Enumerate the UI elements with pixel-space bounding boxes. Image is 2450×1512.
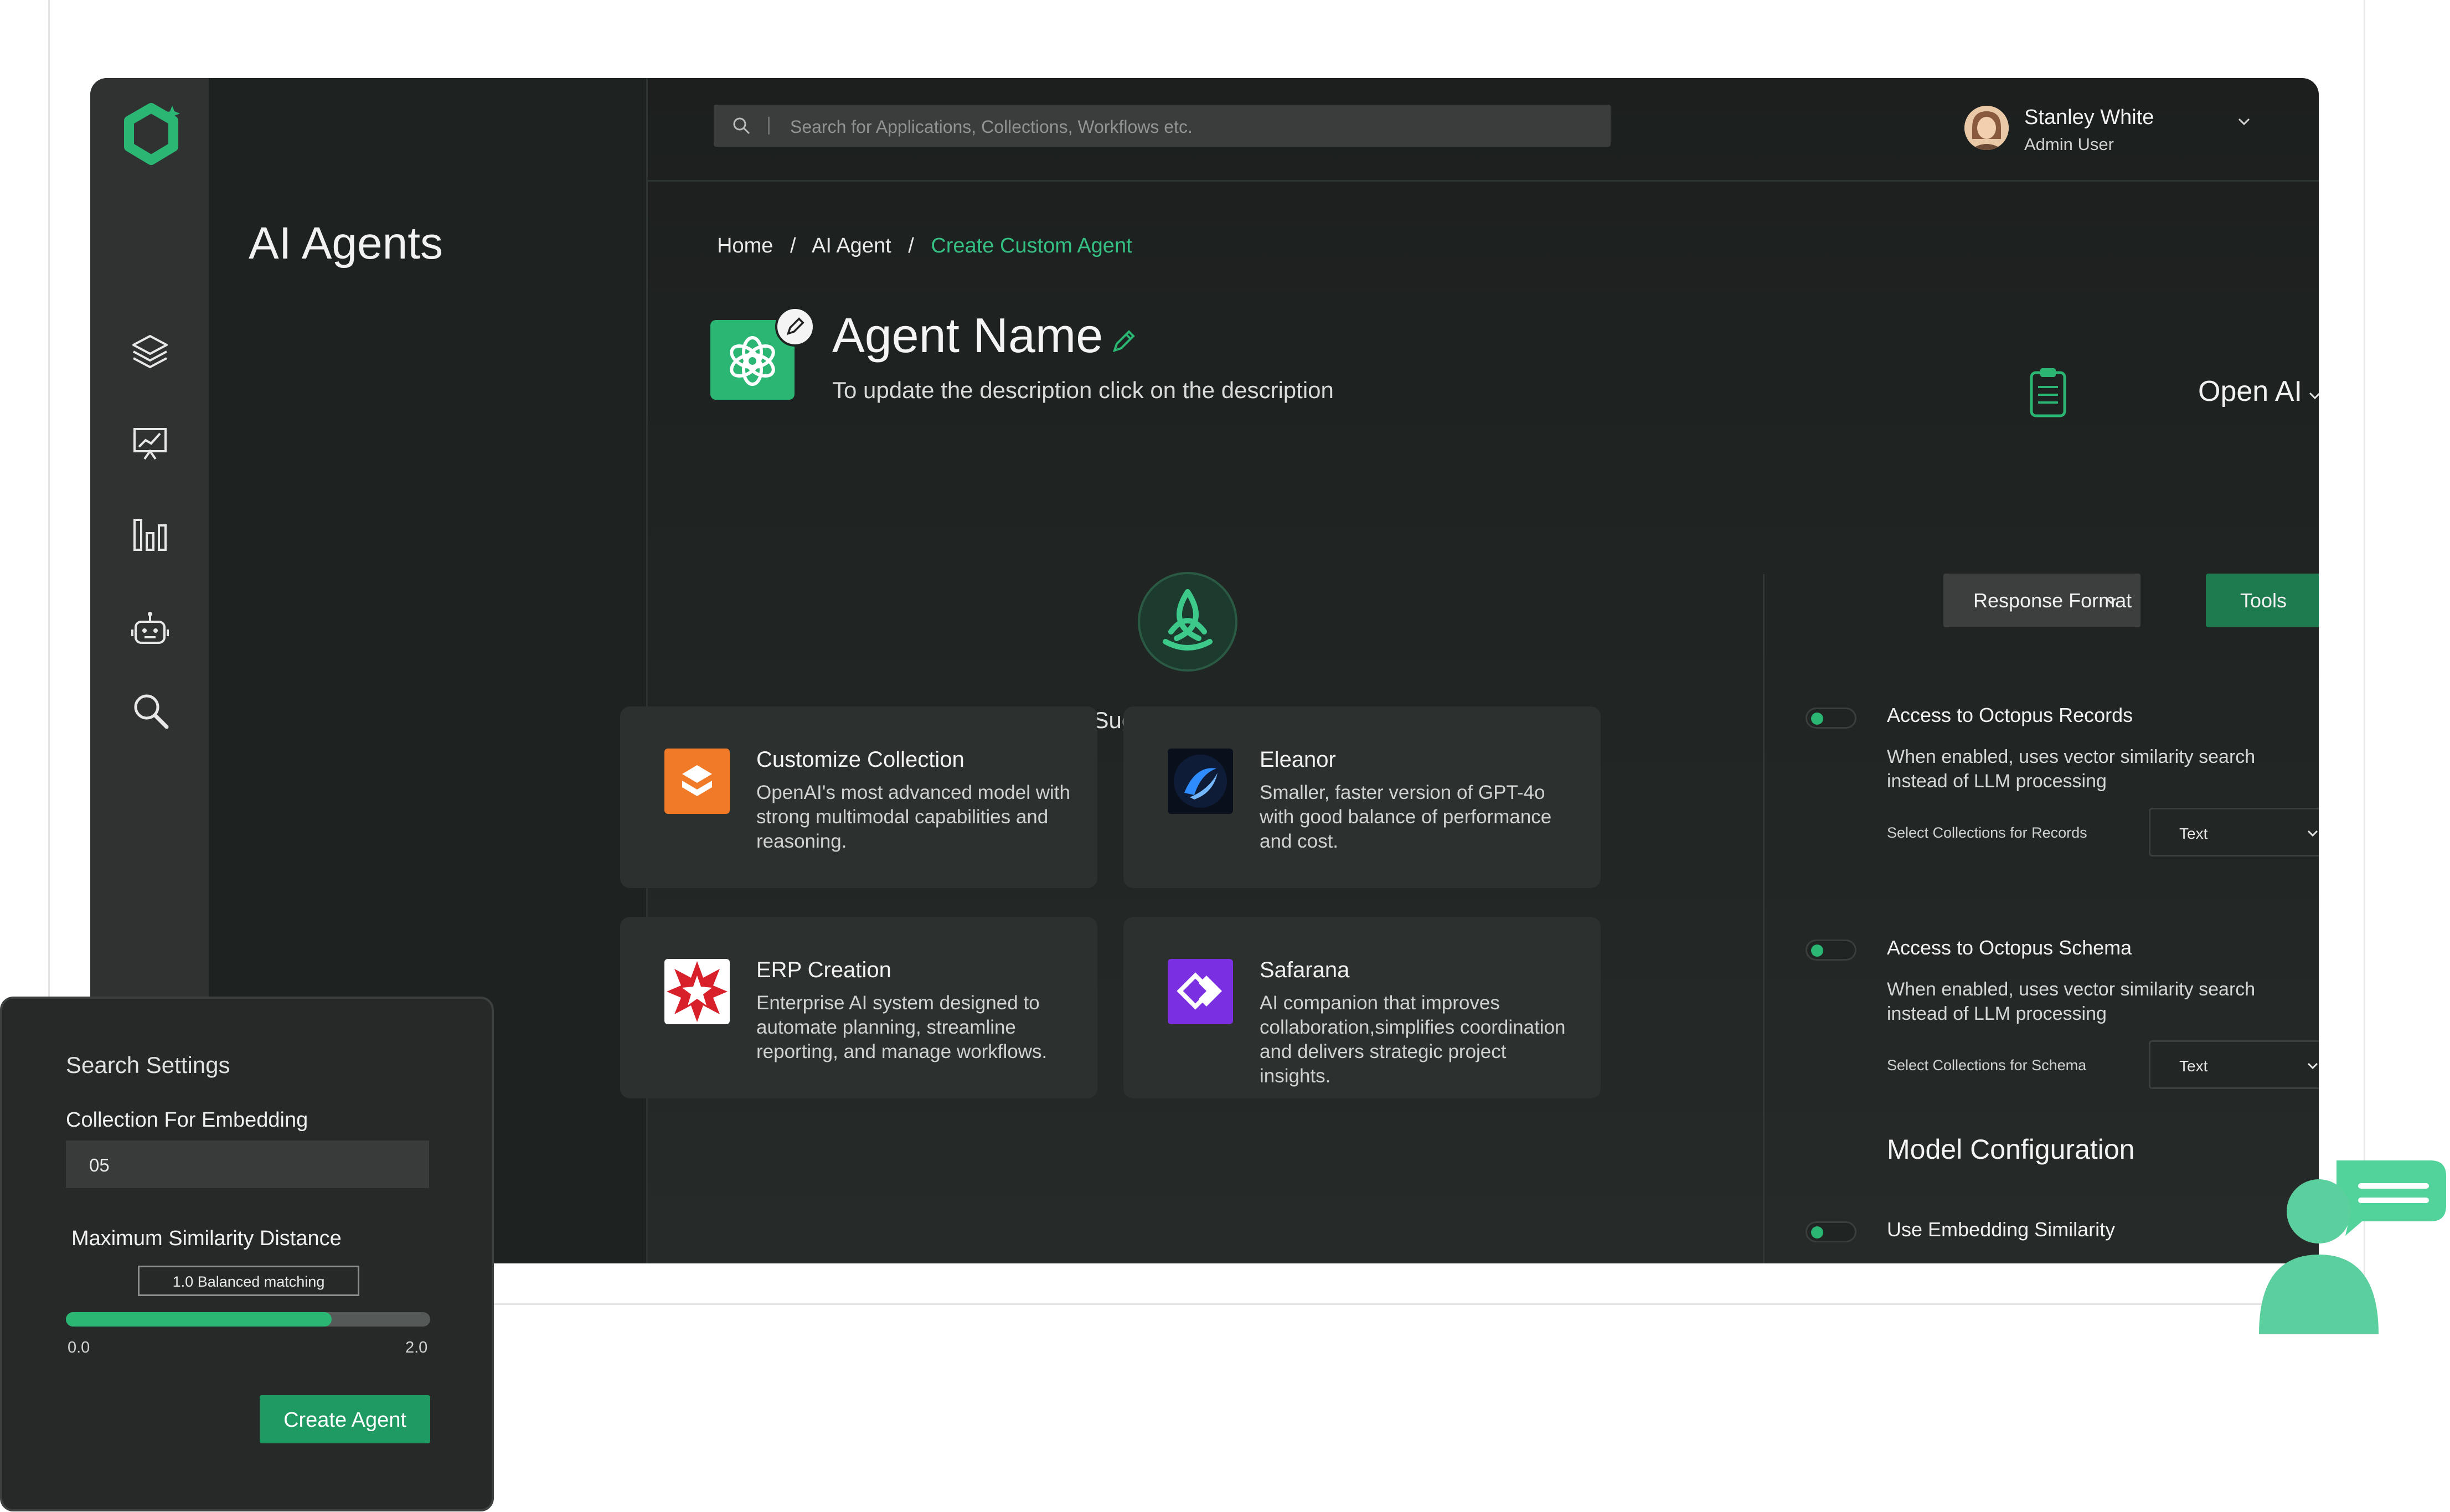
purple-diamond-icon — [1168, 959, 1233, 1024]
toggle-knob — [1811, 713, 1823, 725]
slider-fill — [66, 1312, 332, 1327]
toggle-knob — [1811, 945, 1823, 957]
top-bar: Search for Applications, Collections, Wo… — [647, 78, 2319, 182]
suggested-agents-logo-icon — [1138, 572, 1237, 672]
chevron-down-icon[interactable] — [2236, 113, 2252, 130]
breadcrumb-current: Create Custom Agent — [931, 234, 1132, 257]
blue-swirl-icon — [1168, 749, 1233, 814]
chevron-down-icon[interactable] — [2307, 388, 2319, 404]
agent-card[interactable]: Eleanor Smaller, faster version of GPT-4… — [1123, 706, 1601, 888]
model-provider-dropdown[interactable]: Open AI — [2198, 375, 2302, 408]
breadcrumb-ai-agent[interactable]: AI Agent — [812, 234, 891, 257]
search-icon[interactable] — [129, 689, 171, 731]
embedding-option-description: When enabled, uses vector similarity sea… — [1887, 1259, 2297, 1263]
user-name: Stanley White — [2024, 106, 2154, 129]
select-value: Text — [2179, 1057, 2208, 1075]
card-description: AI companion that improves collaboration… — [1260, 992, 1566, 1087]
agent-card[interactable]: ERP Creation Enterprise AI system design… — [620, 917, 1097, 1098]
panel-divider — [1763, 574, 1765, 1263]
orange-box-icon — [664, 749, 730, 814]
page-heading: AI Agents — [249, 218, 443, 269]
response-format-dropdown[interactable]: Response Format — [1943, 574, 2140, 627]
similarity-slider[interactable] — [66, 1312, 430, 1327]
card-title: Safarana — [1260, 958, 1350, 982]
create-agent-button[interactable]: Create Agent — [260, 1395, 430, 1443]
presentation-chart-icon[interactable] — [129, 422, 171, 465]
chevron-down-icon — [2307, 1062, 2318, 1070]
search-icon — [733, 117, 750, 135]
card-description: Smaller, faster version of GPT-4o with g… — [1260, 782, 1552, 852]
distance-label: Maximum Similarity Distance — [71, 1227, 342, 1250]
search-separator — [768, 117, 770, 135]
create-agent-label: Create Agent — [283, 1408, 406, 1432]
clipboard-icon[interactable] — [2028, 366, 2068, 418]
slider-max-label: 2.0 — [405, 1339, 428, 1356]
breadcrumb-separator: / — [908, 234, 914, 257]
schema-toggle[interactable] — [1806, 940, 1856, 961]
records-option-description: When enabled, uses vector similarity sea… — [1887, 746, 2256, 792]
tools-button[interactable]: Tools — [2206, 574, 2319, 627]
embedding-option-title: Use Embedding Similarity — [1887, 1218, 2116, 1241]
layers-icon[interactable] — [129, 331, 171, 373]
chevron-down-icon — [2307, 830, 2318, 837]
collection-label: Collection For Embedding — [66, 1108, 308, 1132]
openai-logo-icon — [730, 336, 775, 386]
records-collection-select[interactable]: Text — [2149, 808, 2319, 856]
chevron-down-icon — [2106, 597, 2117, 605]
records-select-label: Select Collections for Records — [1887, 824, 2087, 841]
global-search-input[interactable]: Search for Applications, Collections, Wo… — [714, 105, 1611, 147]
search-settings-panel: Search Settings Collection For Embedding… — [0, 997, 494, 1511]
embedding-toggle[interactable] — [1806, 1221, 1856, 1242]
red-star-icon — [664, 959, 730, 1024]
edit-avatar-icon[interactable] — [775, 307, 815, 347]
model-configuration-heading: Model Configuration — [1887, 1134, 2135, 1165]
card-title: Eleanor — [1260, 747, 1336, 772]
card-title: ERP Creation — [756, 958, 891, 982]
robot-icon[interactable] — [129, 607, 171, 649]
avatar — [1964, 106, 2009, 150]
collection-value: 05 — [89, 1155, 110, 1175]
schema-option-title: Access to Octopus Schema — [1887, 936, 2132, 959]
user-role: Admin User — [2024, 135, 2114, 154]
breadcrumb-separator: / — [790, 234, 796, 257]
bar-chart-icon[interactable] — [129, 513, 171, 555]
schema-select-label: Select Collections for Schema — [1887, 1057, 2087, 1074]
user-menu[interactable]: Stanley White Admin User — [1964, 106, 2252, 156]
distance-value-label: 1.0 Balanced matching — [172, 1273, 325, 1290]
records-option-title: Access to Octopus Records — [1887, 704, 2133, 726]
slider-min-label: 0.0 — [68, 1339, 90, 1356]
breadcrumb: Home / AI Agent / Create Custom Agent — [717, 234, 1143, 258]
agent-card[interactable]: Safarana AI companion that improves coll… — [1123, 917, 1601, 1098]
agent-card[interactable]: Customize Collection OpenAI's most advan… — [620, 706, 1097, 888]
card-description: Enterprise AI system designed to automat… — [756, 992, 1048, 1062]
chat-user-illustration-icon — [2259, 1160, 2446, 1334]
app-logo-icon[interactable] — [118, 101, 184, 168]
records-toggle[interactable] — [1806, 708, 1856, 729]
schema-option-description: When enabled, uses vector similarity sea… — [1887, 979, 2256, 1024]
card-description: OpenAI's most advanced model with strong… — [756, 782, 1070, 852]
schema-collection-select[interactable]: Text — [2149, 1040, 2319, 1089]
breadcrumb-home[interactable]: Home — [717, 234, 773, 257]
card-title: Customize Collection — [756, 747, 964, 772]
select-value: Text — [2179, 825, 2208, 842]
search-placeholder: Search for Applications, Collections, Wo… — [790, 117, 1193, 137]
agent-title[interactable]: Agent Name — [832, 307, 1103, 364]
toggle-knob — [1811, 1226, 1823, 1239]
distance-value-box: 1.0 Balanced matching — [138, 1266, 359, 1296]
tools-label: Tools — [2240, 589, 2287, 612]
search-settings-title: Search Settings — [66, 1052, 230, 1078]
collection-input[interactable]: 05 — [66, 1141, 429, 1188]
pencil-icon[interactable] — [1109, 325, 1140, 356]
agent-description[interactable]: To update the description click on the d… — [832, 377, 1334, 404]
